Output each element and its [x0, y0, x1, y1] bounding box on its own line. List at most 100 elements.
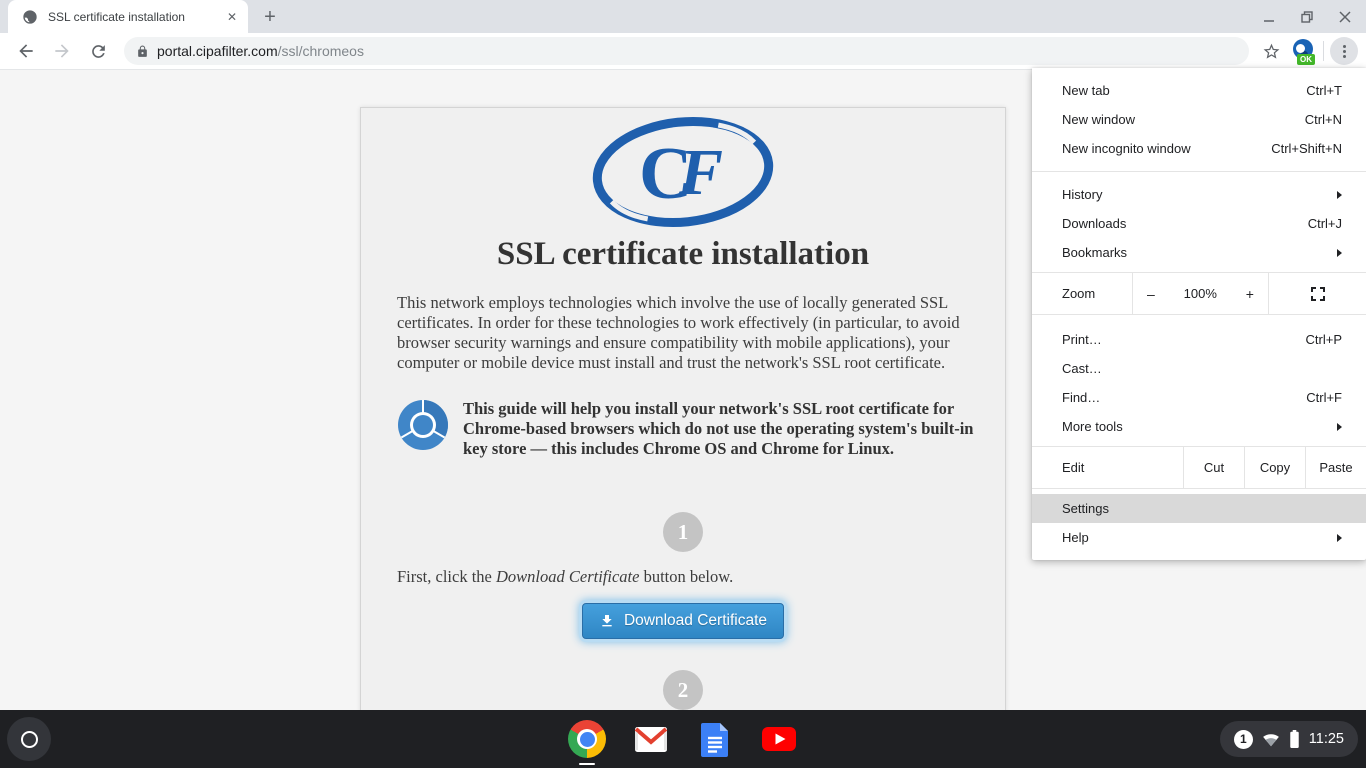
toolbar-actions: OK	[1257, 37, 1358, 65]
page-title: SSL certificate installation	[361, 236, 1005, 273]
chromeos-shelf: 1 11:25	[0, 710, 1366, 768]
shelf-app-chrome[interactable]	[567, 719, 607, 759]
step-1-button-name: Download Certificate	[496, 567, 639, 586]
menu-item-shortcut: Ctrl+J	[1308, 216, 1342, 231]
extension-ok-badge: OK	[1297, 54, 1315, 65]
tab-title: SSL certificate installation	[48, 10, 224, 24]
menu-item-label: Help	[1062, 530, 1337, 545]
edit-paste-button[interactable]: Paste	[1305, 447, 1366, 488]
chrome-icon	[568, 720, 606, 758]
menu-item-shortcut: Ctrl+T	[1306, 83, 1342, 98]
forward-button[interactable]	[48, 37, 76, 65]
shelf-app-youtube[interactable]	[759, 719, 799, 759]
notification-counter: 1	[1234, 730, 1253, 749]
lock-icon[interactable]	[136, 45, 149, 58]
menu-item-print[interactable]: Print… Ctrl+P	[1032, 325, 1366, 354]
url-path: /ssl/chromeos	[278, 43, 364, 59]
menu-item-new-incognito-window[interactable]: New incognito window Ctrl+Shift+N	[1032, 134, 1366, 163]
menu-item-settings[interactable]: Settings	[1032, 494, 1366, 523]
menu-item-cast[interactable]: Cast…	[1032, 354, 1366, 383]
wifi-icon	[1262, 732, 1280, 747]
active-app-indicator	[579, 763, 595, 766]
reload-button[interactable]	[84, 37, 112, 65]
guide-text: This guide will help you install your ne…	[463, 399, 977, 459]
youtube-icon	[759, 719, 799, 759]
restore-button[interactable]	[1292, 3, 1322, 31]
step-1-instruction: First, click the Download Certificate bu…	[397, 567, 973, 587]
menu-item-label: Bookmarks	[1062, 245, 1337, 260]
menu-item-shortcut: Ctrl+N	[1305, 112, 1342, 127]
submenu-arrow-icon	[1337, 249, 1342, 257]
menu-item-history[interactable]: History	[1032, 180, 1366, 209]
menu-zoom-row: Zoom – 100% +	[1032, 272, 1366, 315]
back-button[interactable]	[12, 37, 40, 65]
menu-item-new-tab[interactable]: New tab Ctrl+T	[1032, 76, 1366, 105]
menu-item-label: New incognito window	[1062, 141, 1271, 156]
menu-item-shortcut: Ctrl+Shift+N	[1271, 141, 1342, 156]
address-bar[interactable]: portal.cipafilter.com/ssl/chromeos	[124, 37, 1249, 65]
menu-item-label: History	[1062, 187, 1337, 202]
menu-item-shortcut: Ctrl+P	[1306, 332, 1342, 347]
menu-item-label: Find…	[1062, 390, 1306, 405]
clock: 11:25	[1309, 731, 1344, 747]
tab-close-icon[interactable]: ✕	[224, 9, 240, 25]
menu-item-label: Print…	[1062, 332, 1306, 347]
content-card: C F SSL certificate installation This ne…	[360, 107, 1006, 710]
menu-item-new-window[interactable]: New window Ctrl+N	[1032, 105, 1366, 134]
submenu-arrow-icon	[1337, 423, 1342, 431]
menu-item-label: Downloads	[1062, 216, 1308, 231]
submenu-arrow-icon	[1337, 534, 1342, 542]
chromeos-screen: SSL certificate installation ✕ +	[0, 0, 1366, 768]
extension-button[interactable]: OK	[1291, 37, 1317, 65]
guide-row: This guide will help you install your ne…	[397, 399, 977, 459]
zoom-controls: – 100% +	[1132, 273, 1268, 314]
battery-icon	[1289, 730, 1300, 748]
menu-item-downloads[interactable]: Downloads Ctrl+J	[1032, 209, 1366, 238]
edit-copy-button[interactable]: Copy	[1244, 447, 1305, 488]
menu-edit-row: Edit Cut Copy Paste	[1032, 446, 1366, 489]
download-icon	[599, 613, 615, 629]
edit-label: Edit	[1032, 447, 1183, 488]
menu-item-label: More tools	[1062, 419, 1337, 434]
zoom-level: 100%	[1184, 286, 1217, 301]
browser-toolbar: portal.cipafilter.com/ssl/chromeos OK	[0, 33, 1366, 70]
menu-item-label: Settings	[1062, 501, 1342, 516]
svg-text:F: F	[678, 136, 723, 209]
gmail-icon	[631, 719, 671, 759]
new-tab-button[interactable]: +	[258, 5, 282, 29]
zoom-label: Zoom	[1032, 273, 1132, 314]
menu-item-label: Cast…	[1062, 361, 1342, 376]
bookmark-star-icon[interactable]	[1257, 37, 1285, 65]
window-controls	[1254, 0, 1360, 33]
download-button-label: Download Certificate	[624, 612, 767, 630]
docs-icon	[695, 719, 735, 759]
cipafilter-logo: C F	[361, 116, 1005, 228]
step-1-badge: 1	[663, 512, 703, 552]
menu-item-bookmarks[interactable]: Bookmarks	[1032, 238, 1366, 267]
chrome-app-menu: New tab Ctrl+T New window Ctrl+N New inc…	[1032, 68, 1366, 560]
status-tray[interactable]: 1 11:25	[1220, 721, 1358, 757]
fullscreen-button[interactable]	[1268, 273, 1366, 314]
browser-tab[interactable]: SSL certificate installation ✕	[8, 0, 248, 33]
download-certificate-button[interactable]: Download Certificate	[582, 603, 784, 639]
menu-separator	[1032, 171, 1366, 172]
menu-item-label: New tab	[1062, 83, 1306, 98]
step-2-badge: 2	[663, 670, 703, 710]
zoom-in-button[interactable]: +	[1246, 286, 1254, 302]
shelf-app-docs[interactable]	[695, 719, 735, 759]
url-text: portal.cipafilter.com/ssl/chromeos	[157, 43, 364, 59]
menu-item-label: New window	[1062, 112, 1305, 127]
menu-kebab-button[interactable]	[1330, 37, 1358, 65]
edit-cut-button[interactable]: Cut	[1183, 447, 1244, 488]
minimize-button[interactable]	[1254, 3, 1284, 31]
zoom-out-button[interactable]: –	[1147, 286, 1155, 302]
menu-item-help[interactable]: Help	[1032, 523, 1366, 552]
close-window-button[interactable]	[1330, 3, 1360, 31]
menu-item-shortcut: Ctrl+F	[1306, 390, 1342, 405]
shelf-app-gmail[interactable]	[631, 719, 671, 759]
tab-strip: SSL certificate installation ✕ +	[0, 0, 1366, 33]
toolbar-separator	[1323, 41, 1324, 61]
menu-item-find[interactable]: Find… Ctrl+F	[1032, 383, 1366, 412]
menu-item-more-tools[interactable]: More tools	[1032, 412, 1366, 441]
intro-paragraph: This network employs technologies which …	[397, 293, 973, 373]
